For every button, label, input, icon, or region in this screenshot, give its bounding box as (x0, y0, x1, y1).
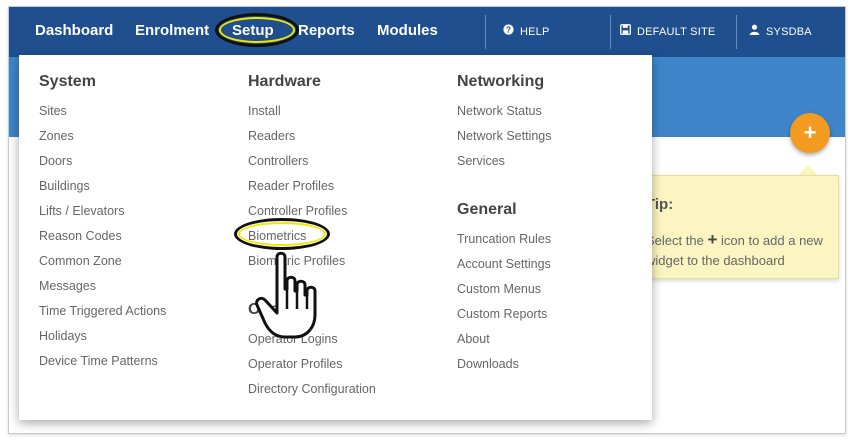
menu-heading-hardware: Hardware (248, 73, 321, 90)
menu-item-messages[interactable]: Messages (39, 278, 166, 303)
menu-heading-networking: Networking (457, 73, 545, 90)
menu-list-system: Sites Zones Doors Buildings Lifts / Elev… (39, 103, 166, 378)
tip-text-before: Select the (646, 233, 704, 248)
add-widget-button[interactable]: + (790, 113, 830, 153)
nav-dashboard[interactable]: Dashboard (35, 22, 113, 39)
nav-reports[interactable]: Reports (298, 22, 355, 39)
user-label: SYSDBA (766, 26, 812, 38)
menu-item-device-time-patterns[interactable]: Device Time Patterns (39, 353, 166, 378)
menu-item-reader-profiles[interactable]: Reader Profiles (248, 178, 376, 203)
menu-item-services[interactable]: Services (457, 153, 551, 178)
help-label: HELP (520, 26, 550, 38)
menu-column-system: System Sites Zones Doors Buildings Lifts… (39, 73, 166, 378)
menu-list-hardware: Install Readers Controllers Reader Profi… (248, 103, 376, 278)
menu-item-operator-profiles[interactable]: Operator Profiles (248, 356, 376, 381)
menu-item-truncation-rules[interactable]: Truncation Rules (457, 231, 551, 256)
menu-heading-operator: Operator (248, 301, 316, 318)
nav-site[interactable]: DEFAULT SITE (620, 24, 715, 38)
menu-group-spacer (457, 178, 551, 201)
menu-item-time-triggered-actions[interactable]: Time Triggered Actions (39, 303, 166, 328)
menu-item-buildings[interactable]: Buildings (39, 178, 166, 203)
nav-enrolment[interactable]: Enrolment (135, 22, 209, 39)
svg-text:?: ? (506, 25, 511, 34)
menu-item-account-settings[interactable]: Account Settings (457, 256, 551, 281)
menu-item-reason-codes[interactable]: Reason Codes (39, 228, 166, 253)
menu-item-custom-reports[interactable]: Custom Reports (457, 306, 551, 331)
menu-item-biometric-profiles[interactable]: Biometric Profiles (248, 253, 376, 278)
setup-dropdown-menu: System Sites Zones Doors Buildings Lifts… (19, 55, 652, 420)
menu-heading-general: General (457, 201, 517, 218)
menu-list-networking: Network Status Network Settings Services (457, 103, 551, 178)
nav-divider (610, 15, 611, 49)
app-window: Dashboard Enrolment Setup Reports Module… (8, 6, 846, 434)
menu-column-networking: Networking Network Status Network Settin… (457, 73, 551, 381)
menu-list-operator: Operator Logins Operator Profiles Direct… (248, 331, 376, 406)
nav-user[interactable]: SYSDBA (749, 24, 812, 38)
menu-heading-system: System (39, 73, 96, 90)
menu-item-custom-menus[interactable]: Custom Menus (457, 281, 551, 306)
nav-modules[interactable]: Modules (377, 22, 438, 39)
menu-item-biometrics[interactable]: Biometrics (248, 228, 376, 253)
menu-group-spacer (248, 278, 376, 301)
menu-item-controller-profiles[interactable]: Controller Profiles (248, 203, 376, 228)
question-circle-icon: ? (503, 24, 514, 38)
nav-setup[interactable]: Setup (232, 22, 274, 39)
menu-item-readers[interactable]: Readers (248, 128, 376, 153)
menu-item-doors[interactable]: Doors (39, 153, 166, 178)
menu-item-network-settings[interactable]: Network Settings (457, 128, 551, 153)
nav-help[interactable]: ? HELP (503, 24, 550, 38)
menu-item-about[interactable]: About (457, 331, 551, 356)
top-navigation-bar: Dashboard Enrolment Setup Reports Module… (9, 7, 845, 57)
menu-column-hardware: Hardware Install Readers Controllers Rea… (248, 73, 376, 406)
floppy-disk-icon (620, 24, 631, 38)
menu-item-holidays[interactable]: Holidays (39, 328, 166, 353)
menu-item-downloads[interactable]: Downloads (457, 356, 551, 381)
menu-item-operator-logins[interactable]: Operator Logins (248, 331, 376, 356)
tip-text: Select the + icon to add a new widget to… (646, 230, 836, 271)
user-icon (749, 24, 760, 38)
menu-item-network-status[interactable]: Network Status (457, 103, 551, 128)
menu-item-sites[interactable]: Sites (39, 103, 166, 128)
nav-divider (736, 15, 737, 49)
menu-item-install[interactable]: Install (248, 103, 376, 128)
plus-icon: + (707, 230, 718, 249)
menu-item-common-zone[interactable]: Common Zone (39, 253, 166, 278)
menu-item-lifts-elevators[interactable]: Lifts / Elevators (39, 203, 166, 228)
menu-list-general: Truncation Rules Account Settings Custom… (457, 231, 551, 381)
menu-item-zones[interactable]: Zones (39, 128, 166, 153)
menu-item-directory-configuration[interactable]: Directory Configuration (248, 381, 376, 406)
menu-item-controllers[interactable]: Controllers (248, 153, 376, 178)
site-label: DEFAULT SITE (637, 26, 716, 38)
nav-divider (485, 15, 486, 49)
